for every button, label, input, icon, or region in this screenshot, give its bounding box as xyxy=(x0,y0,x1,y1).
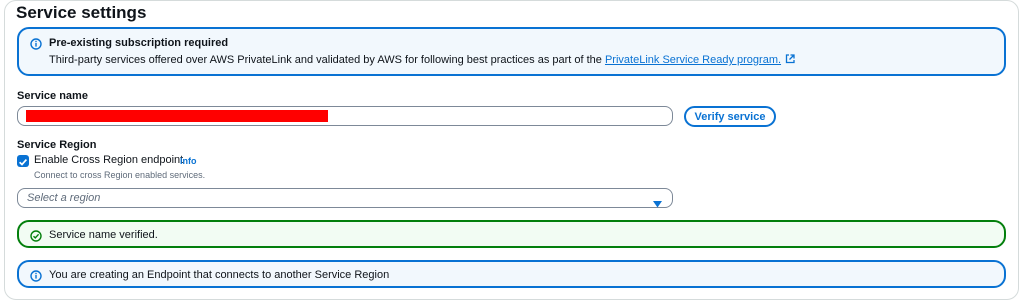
service-verified-alert: Service name verified. xyxy=(17,220,1006,248)
cross-region-info-alert: You are creating an Endpoint that connec… xyxy=(17,260,1006,288)
verify-service-button[interactable]: Verify service xyxy=(684,106,776,127)
alert-text: Third-party services offered over AWS Pr… xyxy=(49,54,795,67)
cross-region-checkbox-label[interactable]: Enable Cross Region endpoint xyxy=(34,154,183,166)
redacted-service-name xyxy=(26,110,328,122)
cross-region-checkbox[interactable] xyxy=(17,155,29,167)
verified-text: Service name verified. xyxy=(49,229,158,241)
cross-region-description: Connect to cross Region enabled services… xyxy=(34,170,206,180)
service-name-input[interactable] xyxy=(17,106,673,126)
caret-down-icon xyxy=(653,195,662,213)
check-circle-icon xyxy=(30,229,42,247)
info-link[interactable]: Info xyxy=(180,156,197,166)
privatelink-program-link[interactable]: PrivateLink Service Ready program. xyxy=(605,54,781,66)
region-select[interactable]: Select a region xyxy=(17,188,673,208)
section-title: Service settings xyxy=(16,3,147,22)
service-region-label: Service Region xyxy=(17,139,97,151)
region-select-placeholder: Select a region xyxy=(27,192,101,204)
external-link-icon[interactable] xyxy=(785,54,795,67)
checkmark-icon xyxy=(19,159,28,166)
service-name-label: Service name xyxy=(17,90,88,102)
alert-heading: Pre-existing subscription required xyxy=(49,37,229,49)
info-icon xyxy=(30,269,42,287)
alert-body-text: Third-party services offered over AWS Pr… xyxy=(49,54,605,66)
info-icon xyxy=(30,37,42,55)
region-alert-text: You are creating an Endpoint that connec… xyxy=(49,269,390,281)
subscription-alert: Pre-existing subscription required Third… xyxy=(17,27,1006,76)
